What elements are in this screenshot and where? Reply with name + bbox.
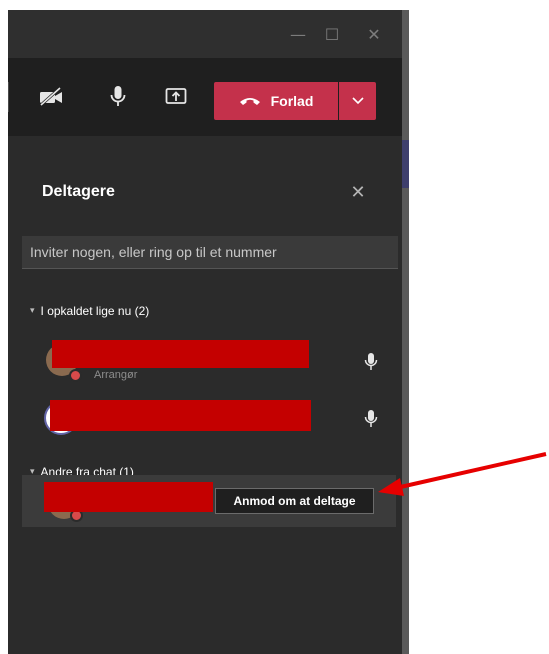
call-toolbar: Forlad — [8, 58, 402, 136]
invite-field[interactable] — [22, 236, 398, 269]
leave-options-dropdown[interactable] — [339, 82, 376, 120]
close-icon: ✕ — [350, 181, 366, 203]
toolbar-divider — [8, 82, 9, 112]
redacted-name — [44, 482, 213, 512]
participant-row[interactable] — [22, 393, 396, 443]
section-in-call[interactable]: ▾ I opkaldet lige nu (2) — [30, 304, 149, 318]
invite-input[interactable] — [22, 236, 398, 268]
teams-call-window: — ☐ ✕ Forlad Deltagere ✕ Inviter nogen, … — [8, 10, 402, 654]
microphone-icon — [364, 410, 378, 427]
share-screen-icon — [165, 88, 187, 104]
microphone-icon — [364, 353, 378, 370]
presence-busy-icon — [69, 369, 82, 382]
maximize-button[interactable]: ☐ — [316, 10, 348, 58]
caret-down-icon: ▾ — [30, 306, 35, 316]
top-margin — [0, 0, 549, 10]
minimize-icon: — — [290, 24, 306, 44]
section-label: I opkaldet lige nu (2) — [40, 304, 150, 318]
microphone-icon — [110, 86, 126, 106]
window-border — [402, 10, 409, 654]
mute-button[interactable] — [99, 78, 137, 116]
leave-label: Forlad — [270, 93, 314, 109]
close-icon: ✕ — [367, 24, 381, 44]
background-accent — [402, 140, 409, 188]
title-bar: — ☐ ✕ — [8, 10, 402, 58]
chevron-down-icon — [351, 97, 364, 105]
camera-toggle-button[interactable] — [32, 78, 70, 116]
request-to-join-button[interactable]: Anmod om at deltage — [215, 488, 374, 514]
minimize-button[interactable]: — — [282, 10, 314, 58]
close-pane-button[interactable]: ✕ — [344, 178, 372, 206]
phone-hangup-icon — [239, 98, 260, 105]
redacted-name — [52, 340, 309, 368]
participant-role: Arrangør — [94, 369, 138, 381]
participant-row[interactable] — [22, 336, 396, 384]
participant-mic — [361, 407, 381, 431]
annotation-arrow — [378, 452, 547, 496]
participant-mic — [361, 350, 381, 374]
share-screen-button[interactable] — [157, 78, 195, 116]
redacted-name — [50, 400, 311, 431]
maximize-icon: ☐ — [324, 24, 340, 44]
camera-off-icon — [39, 87, 62, 107]
pane-title: Deltagere — [42, 183, 115, 200]
close-window-button[interactable]: ✕ — [358, 10, 390, 58]
leave-call-button[interactable]: Forlad — [214, 82, 338, 120]
